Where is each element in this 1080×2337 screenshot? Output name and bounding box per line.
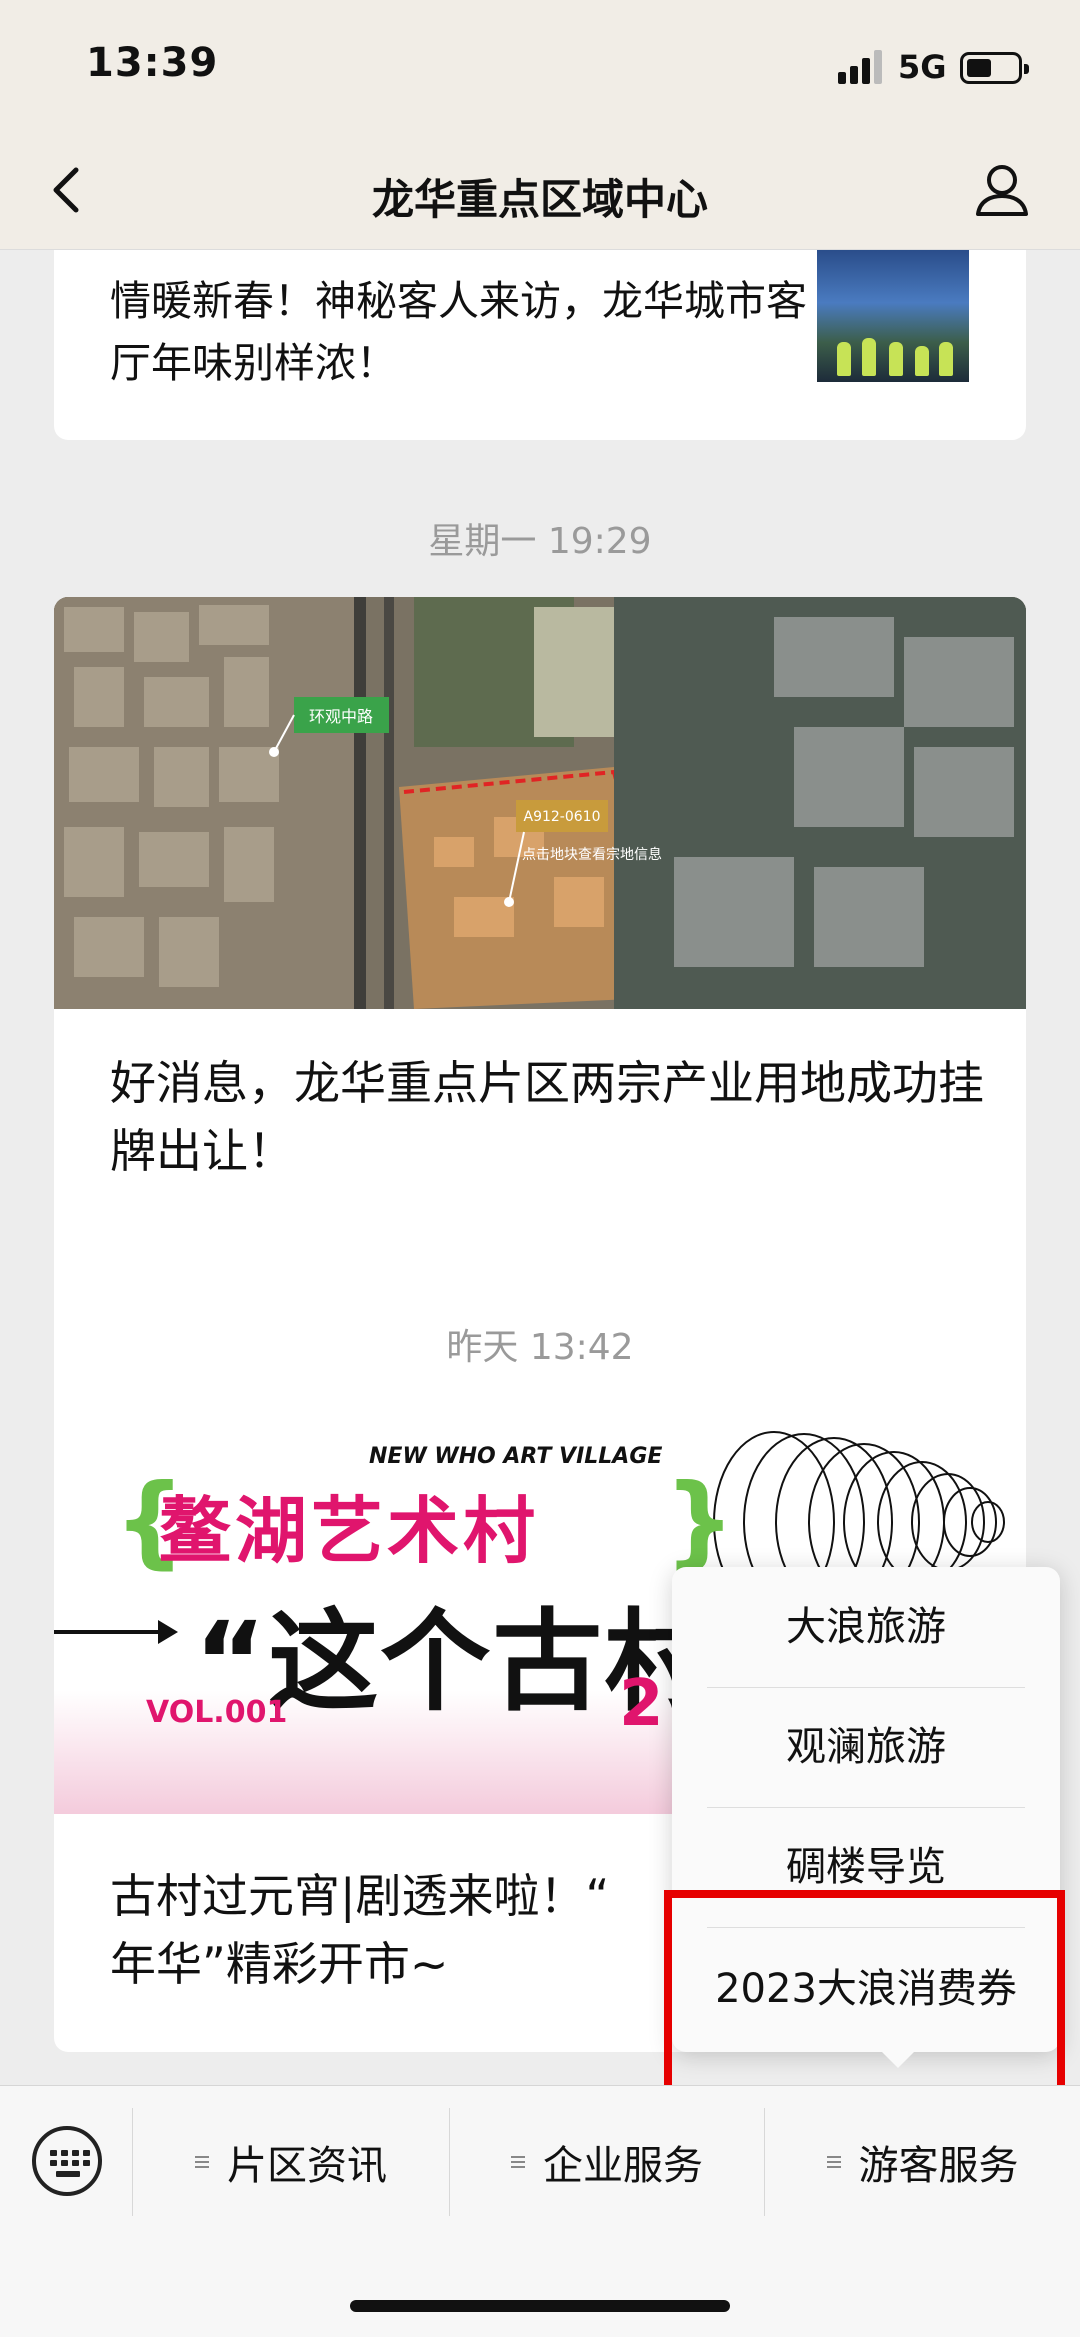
submenu-item-dalang-travel[interactable]: 大浪旅游 bbox=[672, 1567, 1060, 1687]
menu-lines-icon bbox=[195, 2154, 209, 2170]
map-label-hint: 点击地块查看宗地信息 bbox=[522, 846, 662, 863]
submenu-item-guanlan-travel[interactable]: 观澜旅游 bbox=[672, 1687, 1060, 1807]
menu-lines-icon bbox=[826, 2154, 841, 2170]
banner-volume: VOL.001 bbox=[146, 1695, 288, 1730]
article-thumbnail bbox=[817, 250, 969, 382]
article-title: 情暖新春！神秘客人来访，龙华城市客厅年味别样浓！ bbox=[110, 277, 807, 387]
highlight-box bbox=[664, 1890, 1065, 2104]
profile-icon bbox=[976, 165, 1028, 216]
menu-label: 企业服务 bbox=[543, 2143, 703, 2189]
nav-bar: 龙华重点区域中心 bbox=[0, 130, 1080, 250]
timestamp: 星期一 19:29 bbox=[428, 521, 652, 562]
brace-right: } bbox=[664, 1462, 736, 1579]
timestamp: 昨天 13:42 bbox=[446, 1327, 634, 1368]
map-label-road: 环观中路 bbox=[309, 707, 373, 726]
menu-district-news[interactable]: 片区资讯 bbox=[133, 2108, 449, 2216]
status-time: 13:39 bbox=[86, 40, 219, 86]
profile-button[interactable] bbox=[970, 158, 1034, 222]
article-title: 好消息，龙华重点片区两宗产业用地成功挂牌出让！ bbox=[110, 1056, 984, 1178]
arrow-graphic bbox=[54, 1620, 178, 1644]
battery-icon bbox=[960, 52, 1029, 84]
keyboard-toggle-button[interactable] bbox=[32, 2126, 102, 2196]
menu-enterprise-services[interactable]: 企业服务 bbox=[450, 2108, 764, 2216]
home-indicator[interactable] bbox=[350, 2300, 730, 2312]
menu-label: 片区资讯 bbox=[227, 2143, 387, 2189]
page-title: 龙华重点区域中心 bbox=[371, 175, 708, 224]
banner-en-title: NEW WHO ART VILLAGE bbox=[369, 1444, 663, 1469]
network-type: 5G bbox=[898, 48, 947, 86]
menu-visitor-services[interactable]: 游客服务 bbox=[765, 2108, 1080, 2216]
menu-lines-icon bbox=[511, 2154, 525, 2170]
menu-label: 游客服务 bbox=[858, 2143, 1019, 2189]
banner-number: 2 bbox=[619, 1667, 664, 1741]
banner-cn-title: 鳌湖艺术村 bbox=[159, 1489, 540, 1573]
article-card[interactable]: 情暖新春！神秘客人来访，龙华城市客厅年味别样浓！ bbox=[54, 250, 1026, 440]
aerial-map-image: 环观中路 A912-0610 点击地块查看宗地信息 bbox=[54, 597, 1026, 1009]
signal-icon bbox=[838, 50, 884, 84]
map-label-plot: A912-0610 bbox=[524, 809, 601, 825]
status-bar: 13:39 5G bbox=[0, 0, 1080, 130]
